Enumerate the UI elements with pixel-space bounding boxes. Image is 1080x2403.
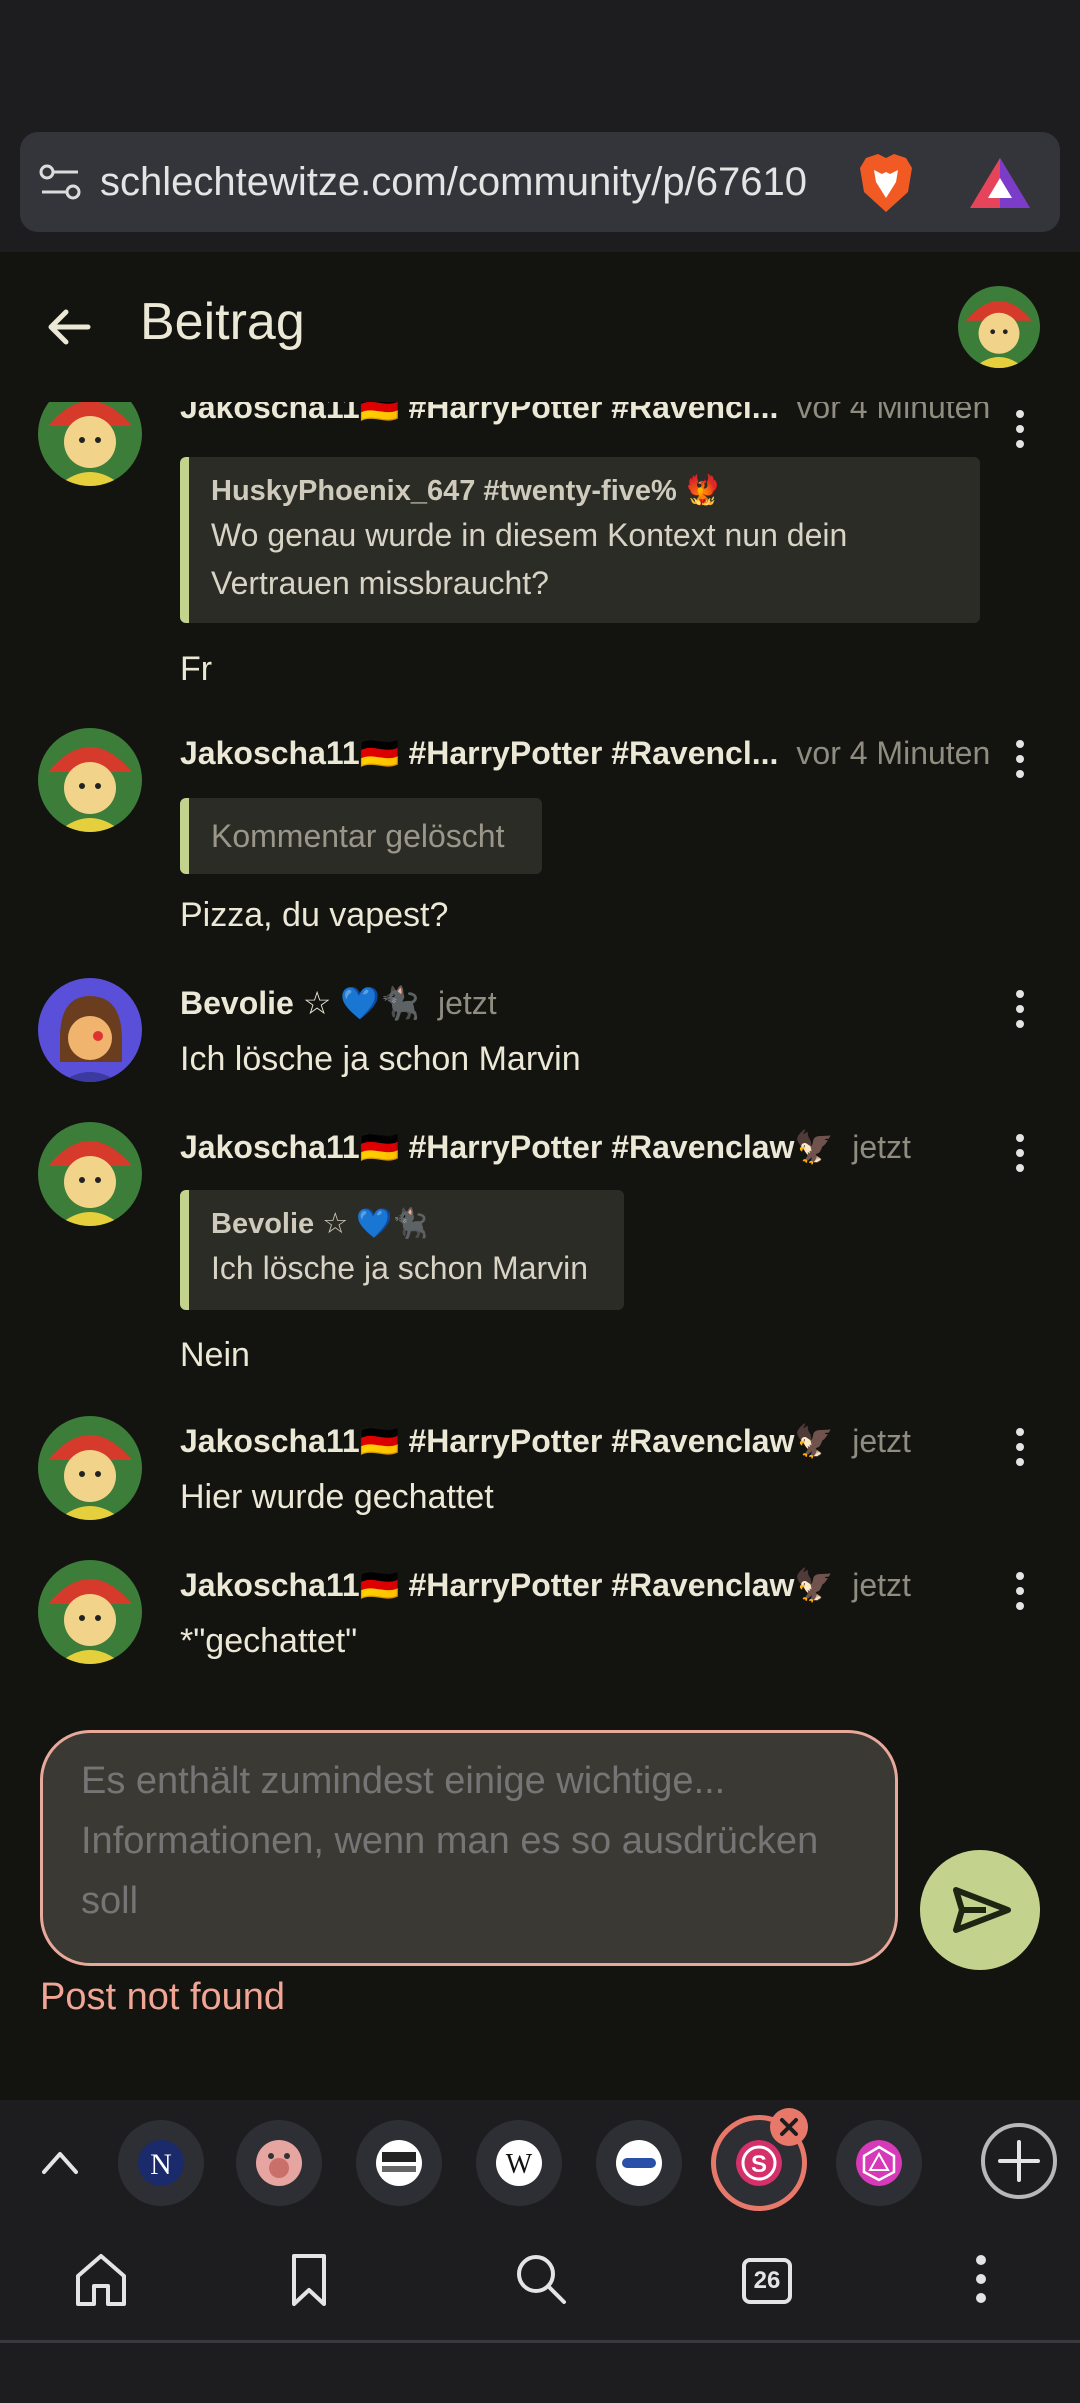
comment-body: Fr	[180, 650, 213, 688]
browser-toolbar: schlechtewitze.com/community/p/67610	[0, 120, 1080, 252]
more-options-icon[interactable]	[1006, 404, 1034, 454]
avatar-image	[38, 1560, 142, 1664]
tab-4[interactable]: W	[476, 2120, 562, 2206]
comment-feed[interactable]: Jakoscha11🇩🇪 #HarryPotter #Ravencl... vor…	[0, 402, 1080, 1692]
close-tab-button[interactable]	[770, 2108, 808, 2146]
comment-author[interactable]: Jakoscha11🇩🇪 #HarryPotter #Ravenclaw🦅	[180, 1567, 834, 1603]
pill-logo-icon	[616, 2140, 662, 2186]
quote-text: Wo genau wurde in diesem Kontext nun dei…	[211, 517, 848, 601]
tab-counter-button[interactable]: 26	[742, 2258, 792, 2304]
search-icon[interactable]	[506, 2244, 576, 2314]
letter-s-icon: S	[736, 2140, 782, 2186]
comment-author[interactable]: Bevolie ☆ 💙🐈‍⬛	[180, 985, 420, 1021]
comment-author[interactable]: Jakoscha11🇩🇪 #HarryPotter #Ravencl...	[180, 402, 778, 425]
tab-7[interactable]	[836, 2120, 922, 2206]
svg-text:S: S	[751, 2151, 767, 2178]
author-avatar[interactable]	[38, 1416, 142, 1520]
avatar-image	[38, 1416, 142, 1520]
letter-n-shield-icon: N	[138, 2140, 184, 2186]
comment-meta: Jakoscha11🇩🇪 #HarryPotter #Ravenclaw🦅 jet…	[180, 1416, 911, 1466]
comment-time: jetzt	[852, 1423, 911, 1459]
page-title: Beitrag	[140, 293, 305, 351]
avatar-image	[38, 728, 142, 832]
home-icon[interactable]	[66, 2244, 136, 2314]
more-options-icon[interactable]	[1006, 984, 1034, 1034]
comment-time: jetzt	[437, 985, 497, 1021]
comment-author[interactable]: Jakoscha11🇩🇪 #HarryPotter #Ravenclaw🦅	[180, 1129, 834, 1165]
deleted-comment-label: Kommentar gelöscht	[211, 818, 505, 854]
author-avatar[interactable]	[38, 1122, 142, 1226]
author-avatar[interactable]	[38, 402, 142, 486]
brave-shields-icon[interactable]	[858, 152, 914, 214]
profile-avatar[interactable]	[958, 286, 1040, 368]
comment-body: Hier wurde gechattet	[180, 1478, 494, 1516]
comment-body: *"gechattet"	[180, 1622, 358, 1660]
comment-time: jetzt	[852, 1129, 911, 1165]
comment-meta: Jakoscha11🇩🇪 #HarryPotter #Ravenclaw🦅 jet…	[180, 1122, 911, 1172]
chevron-up-icon[interactable]	[38, 2142, 82, 2182]
d20-dice-icon	[856, 2140, 902, 2186]
comment-meta: Jakoscha11🇩🇪 #HarryPotter #Ravenclaw🦅 jet…	[180, 1560, 911, 1610]
svg-text:N: N	[150, 2148, 172, 2181]
status-bar	[0, 0, 1080, 120]
comment-meta: Bevolie ☆ 💙🐈‍⬛ jetzt	[180, 978, 497, 1028]
more-options-icon[interactable]	[1006, 734, 1034, 784]
author-avatar[interactable]	[38, 1560, 142, 1664]
svg-text:W: W	[506, 2149, 533, 2180]
quote-text: Ich lösche ja schon Marvin	[211, 1250, 589, 1286]
quoted-comment[interactable]: HuskyPhoenix_647 #twenty-five% 🐦‍🔥 Wo ge…	[180, 457, 980, 623]
avatar-image	[38, 402, 142, 486]
uncut-news-icon	[376, 2140, 422, 2186]
more-options-icon[interactable]	[1006, 1566, 1034, 1616]
comment-time: jetzt	[852, 1567, 911, 1603]
bookmark-icon[interactable]	[274, 2244, 344, 2314]
comment-meta: Jakoscha11🇩🇪 #HarryPotter #Ravencl... vor…	[180, 728, 990, 778]
site-settings-icon[interactable]	[38, 162, 82, 202]
comment-time: vor 4 Minuten	[796, 735, 991, 771]
menu-kebab-icon[interactable]	[946, 2244, 1016, 2314]
brave-rewards-icon[interactable]	[968, 156, 1032, 210]
back-arrow-icon[interactable]	[44, 302, 94, 352]
close-icon	[780, 2118, 798, 2136]
avatar-image	[38, 978, 142, 1082]
comment-input[interactable]	[40, 1730, 898, 1966]
more-options-icon[interactable]	[1006, 1422, 1034, 1472]
new-tab-plus-icon[interactable]	[980, 2122, 1058, 2200]
send-icon	[953, 1887, 1011, 1933]
url-text[interactable]: schlechtewitze.com/community/p/67610	[100, 132, 855, 232]
tab-strip: N W S	[0, 2100, 1080, 2220]
tab-3[interactable]	[356, 2120, 442, 2206]
quote-author: Bevolie ☆ 💙🐈‍⬛	[211, 1208, 429, 1240]
tab-5[interactable]	[596, 2120, 682, 2206]
quoted-comment[interactable]: Bevolie ☆ 💙🐈‍⬛ Ich lösche ja schon Marvi…	[180, 1190, 624, 1310]
tab-1[interactable]: N	[118, 2120, 204, 2206]
quoted-comment[interactable]: Kommentar gelöscht	[180, 798, 542, 874]
author-avatar[interactable]	[38, 728, 142, 832]
comment-time: vor 4 Minuten	[796, 402, 991, 425]
app-header: Beitrag	[0, 252, 1080, 402]
gesture-bar	[0, 2340, 1080, 2403]
address-bar[interactable]: schlechtewitze.com/community/p/67610	[20, 132, 1060, 232]
more-options-icon[interactable]	[1006, 1128, 1034, 1178]
tab-2[interactable]	[236, 2120, 322, 2206]
comment-author[interactable]: Jakoscha11🇩🇪 #HarryPotter #Ravencl...	[180, 735, 778, 771]
comment-meta: Jakoscha11🇩🇪 #HarryPotter #Ravencl... vor…	[180, 402, 990, 432]
author-avatar[interactable]	[38, 978, 142, 1082]
wikipedia-icon: W	[496, 2140, 542, 2186]
error-message: Post not found	[40, 1976, 286, 2018]
avatar-image	[38, 1122, 142, 1226]
pig-face-icon	[256, 2140, 302, 2186]
quote-author: HuskyPhoenix_647 #twenty-five% 🐦‍🔥	[211, 475, 721, 507]
bottom-navigation: 26	[0, 2220, 1080, 2340]
comment-author[interactable]: Jakoscha11🇩🇪 #HarryPotter #Ravenclaw🦅	[180, 1423, 834, 1459]
avatar-image	[958, 286, 1040, 368]
send-button[interactable]	[920, 1850, 1040, 1970]
comment-body: Ich lösche ja schon Marvin	[180, 1040, 581, 1078]
comment-body: Pizza, du vapest?	[180, 896, 449, 934]
comment-body: Nein	[180, 1336, 250, 1374]
